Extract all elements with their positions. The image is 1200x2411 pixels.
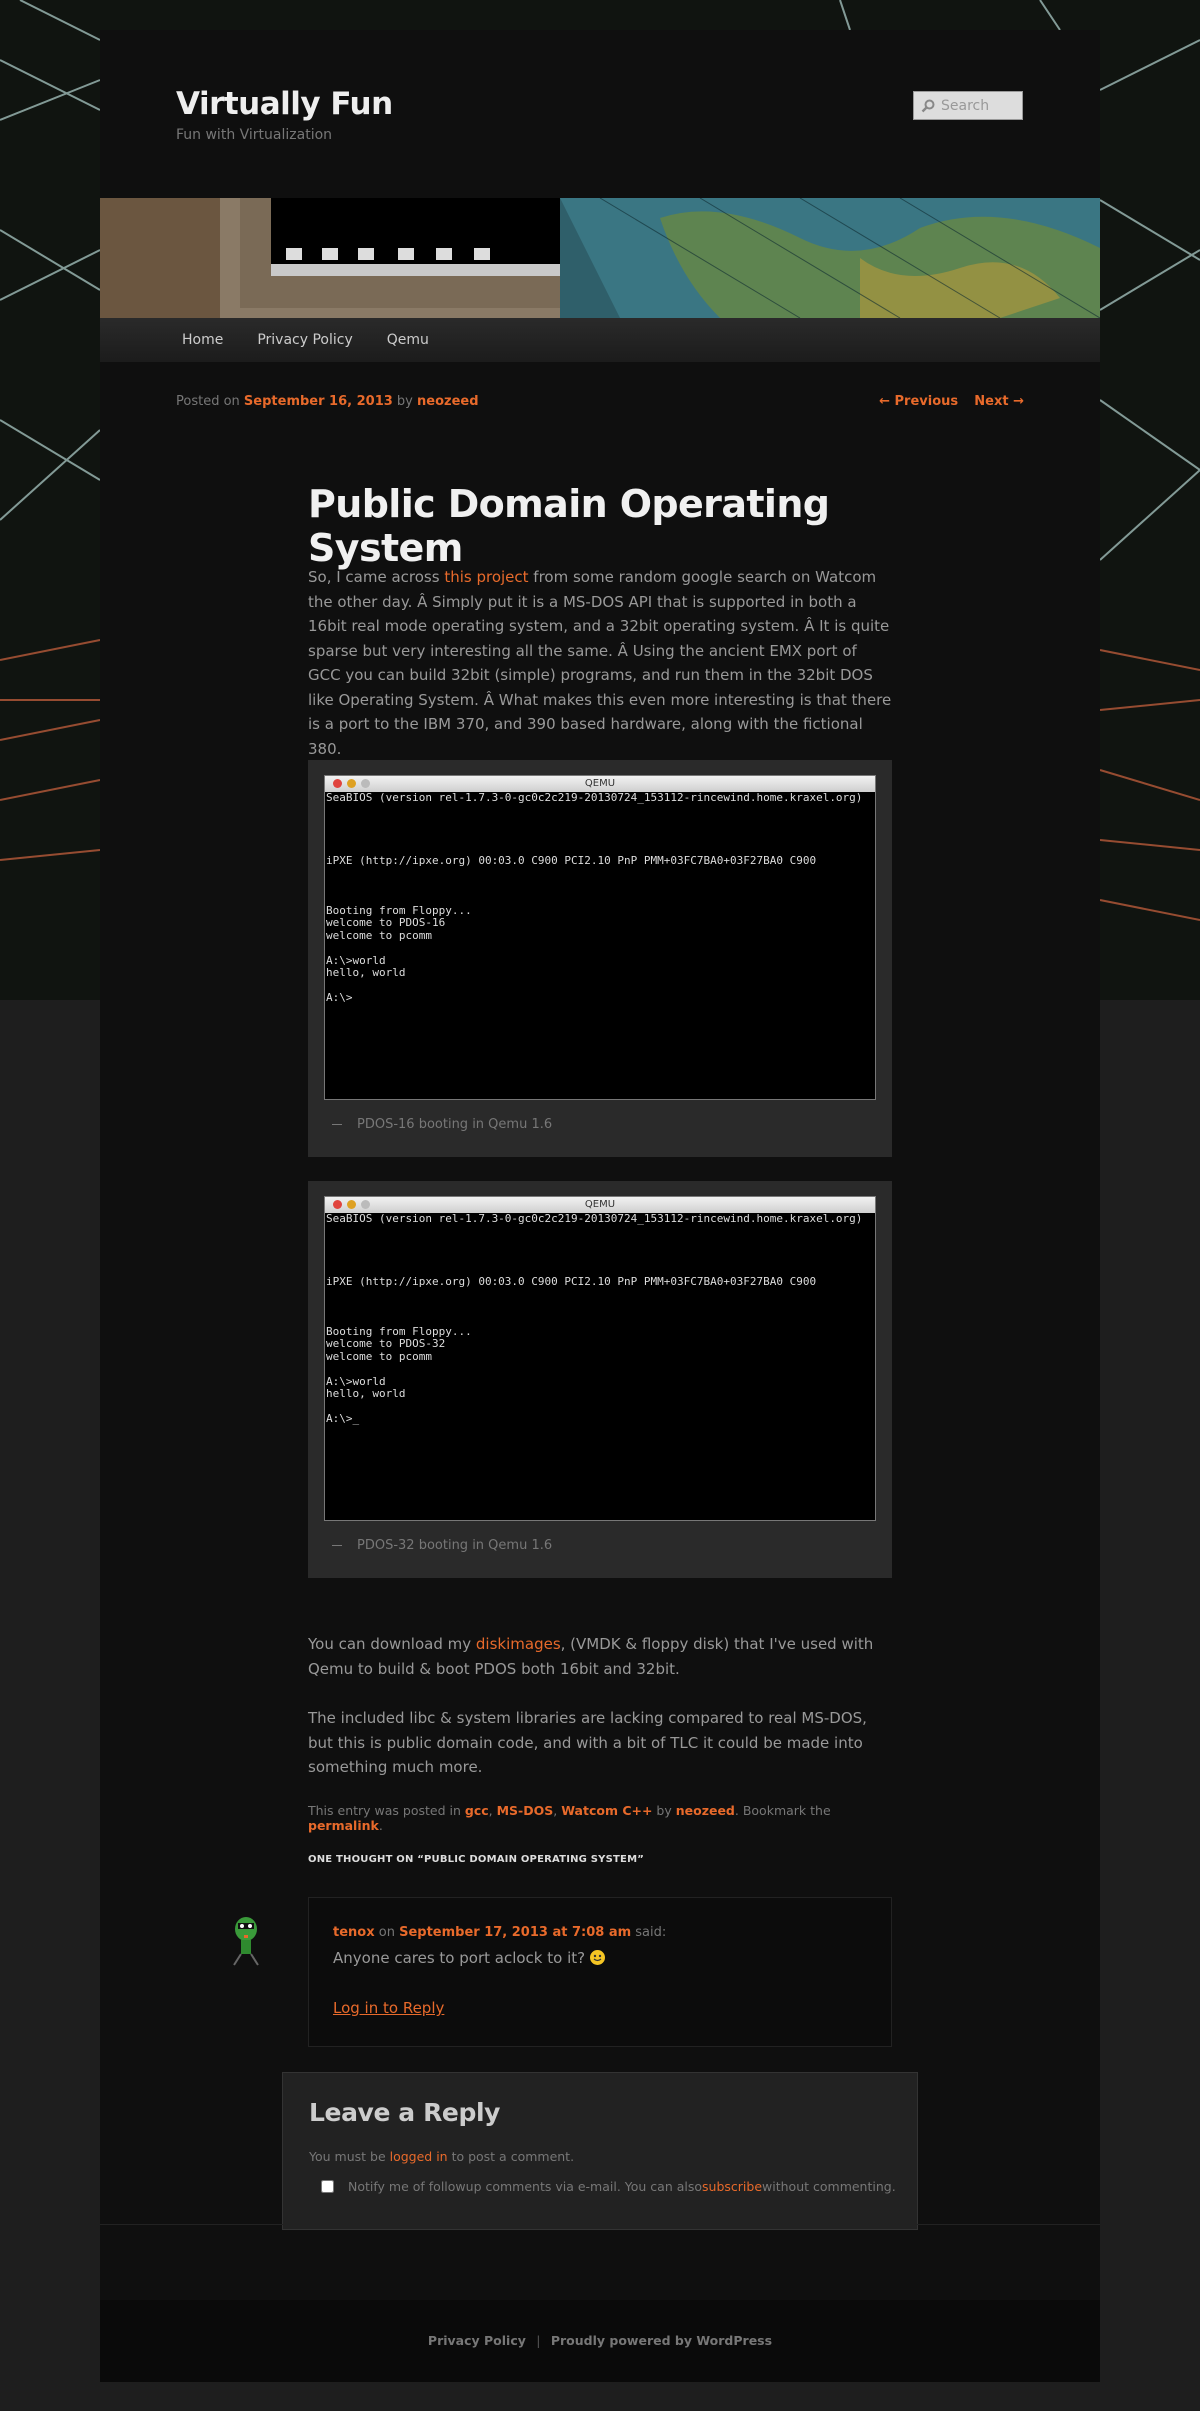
search-box[interactable] [913, 91, 1023, 120]
caption-text: PDOS-32 booting in Qemu 1.6 [357, 1538, 553, 1553]
entry-meta: This entry was posted in gcc, MS-DOS, Wa… [308, 1803, 831, 1833]
comment-date-link[interactable]: September 17, 2013 at 7:08 am [399, 1925, 631, 1940]
author-link[interactable]: neozeed [417, 394, 479, 409]
qemu-window-title: QEMU [584, 1199, 616, 1210]
must-be-text: You must be [309, 2149, 390, 2164]
comment-body: Anyone cares to port aclock to it? [333, 1949, 590, 1967]
header-image[interactable] [100, 198, 1100, 318]
footer-separator: | [536, 2333, 541, 2348]
by-label: by [396, 394, 413, 409]
header-banner-art [100, 198, 1100, 318]
category-watcom-link[interactable]: Watcom C++ [561, 1803, 652, 1818]
meta-end: . [378, 1818, 383, 1833]
previous-post-link[interactable]: ← Previous [879, 394, 958, 409]
minimize-icon [347, 1200, 356, 1209]
logged-in-link[interactable]: logged in [390, 2149, 448, 2164]
comment-item: tenox on September 17, 2013 at 7:08 am s… [308, 1897, 892, 2047]
diskimages-link[interactable]: diskimages [476, 1635, 561, 1653]
notify-text-before: Notify me of followup comments via e-mai… [348, 2179, 703, 2194]
notify-checkbox[interactable] [321, 2180, 334, 2193]
footer-wordpress-link[interactable]: Proudly powered by WordPress [551, 2333, 772, 2348]
entry-paragraph-2: You can download my diskimages, (VMDK & … [308, 1632, 892, 1681]
caption-dash [332, 1545, 342, 1546]
notify-text-after: without commenting. [762, 2179, 896, 2194]
post-nav-bar: Posted on September 16, 2013 by neozeed … [176, 394, 1024, 409]
main-navigation: Home Privacy Policy Qemu [100, 318, 1100, 362]
figure-pdos16: QEMU SeaBIOS (version rel-1.7.3-0-gc0c2c… [308, 760, 892, 1157]
site-title[interactable]: Virtually Fun [176, 86, 393, 122]
category-gcc-link[interactable]: gcc [465, 1803, 489, 1818]
to-post-text: to post a comment. [447, 2149, 575, 2164]
permalink-link[interactable]: permalink [308, 1818, 379, 1833]
caption-text: PDOS-16 booting in Qemu 1.6 [357, 1117, 553, 1132]
p2-text-before: You can download my [308, 1635, 476, 1653]
qemu-window-title: QEMU [584, 778, 616, 789]
caption-dash [332, 1124, 342, 1125]
log-in-to-reply-link[interactable]: Log in to Reply [333, 1999, 444, 2017]
reply-form: Leave a Reply You must be logged in to p… [282, 2072, 918, 2230]
commenter-avatar [233, 1917, 259, 1966]
p1-text-before: So, I came across [308, 568, 445, 586]
close-icon [333, 779, 342, 788]
meta-prefix: This entry was posted in [308, 1803, 465, 1818]
meta-by: by [652, 1803, 676, 1818]
logged-in-note: You must be logged in to post a comment. [309, 2149, 574, 2164]
comment-on: on [374, 1925, 400, 1940]
qemu-titlebar: QEMU [325, 1197, 875, 1213]
footer-privacy-link[interactable]: Privacy Policy [428, 2333, 526, 2348]
subscribe-link[interactable]: subscribe [702, 2179, 762, 2194]
smiley-icon [589, 1950, 605, 1965]
comment-text: Anyone cares to port aclock to it? [333, 1949, 605, 1967]
this-project-link[interactable]: this project [444, 568, 528, 586]
comment-author-link[interactable]: tenox [333, 1925, 375, 1940]
terminal-output: SeaBIOS (version rel-1.7.3-0-gc0c2c219-2… [326, 791, 863, 1004]
qemu-screenshot-pdos32[interactable]: QEMU SeaBIOS (version rel-1.7.3-0-gc0c2c… [324, 1196, 876, 1521]
search-icon [921, 99, 935, 112]
site-footer: Privacy Policy | Proudly powered by Word… [100, 2300, 1100, 2382]
nav-item-privacy-policy[interactable]: Privacy Policy [240, 332, 369, 348]
p1-text-after: from some random google search on Watcom… [308, 568, 892, 758]
meta-author-link[interactable]: neozeed [676, 1803, 735, 1818]
post-nav-links: ← Previous Next → [867, 394, 1024, 409]
qemu-screenshot-pdos16[interactable]: QEMU SeaBIOS (version rel-1.7.3-0-gc0c2c… [324, 775, 876, 1100]
site-header: Virtually Fun Fun with Virtualization [100, 30, 1100, 198]
close-icon [333, 1200, 342, 1209]
figure-pdos32: QEMU SeaBIOS (version rel-1.7.3-0-gc0c2c… [308, 1181, 892, 1578]
nav-item-home[interactable]: Home [165, 332, 240, 348]
comment-meta: tenox on September 17, 2013 at 7:08 am s… [333, 1925, 666, 1940]
search-input[interactable] [941, 97, 1021, 114]
reply-title: Leave a Reply [309, 2098, 501, 2127]
page-container: Virtually Fun Fun with Virtualization Se… [100, 30, 1100, 2382]
entry-paragraph-1: So, I came across this project from some… [308, 565, 892, 761]
footer-divider [100, 2224, 1100, 2225]
post-date-link[interactable]: September 16, 2013 [244, 394, 393, 409]
zoom-icon [361, 779, 370, 788]
notify-row: Notify me of followup comments via e-mai… [321, 2179, 896, 2194]
terminal-output: SeaBIOS (version rel-1.7.3-0-gc0c2c219-2… [326, 1212, 863, 1425]
zoom-icon [361, 1200, 370, 1209]
next-post-link[interactable]: Next → [974, 394, 1024, 409]
nav-item-qemu[interactable]: Qemu [370, 332, 446, 348]
comment-said: said: [631, 1925, 667, 1940]
figure-caption: PDOS-32 booting in Qemu 1.6 [332, 1538, 552, 1553]
entry-title: Public Domain Operating System [308, 482, 830, 570]
figure-caption: PDOS-16 booting in Qemu 1.6 [332, 1117, 552, 1132]
site-description: Fun with Virtualization [176, 127, 333, 143]
minimize-icon [347, 779, 356, 788]
category-msdos-link[interactable]: MS-DOS [497, 1803, 554, 1818]
posted-on-label: Posted on [176, 394, 240, 409]
meta-bookmark: . Bookmark the [734, 1803, 831, 1818]
qemu-titlebar: QEMU [325, 776, 875, 792]
comments-title: One thought on “Public Domain Operating … [308, 1854, 644, 1865]
entry-paragraph-3: The included libc & system libraries are… [308, 1709, 867, 1776]
